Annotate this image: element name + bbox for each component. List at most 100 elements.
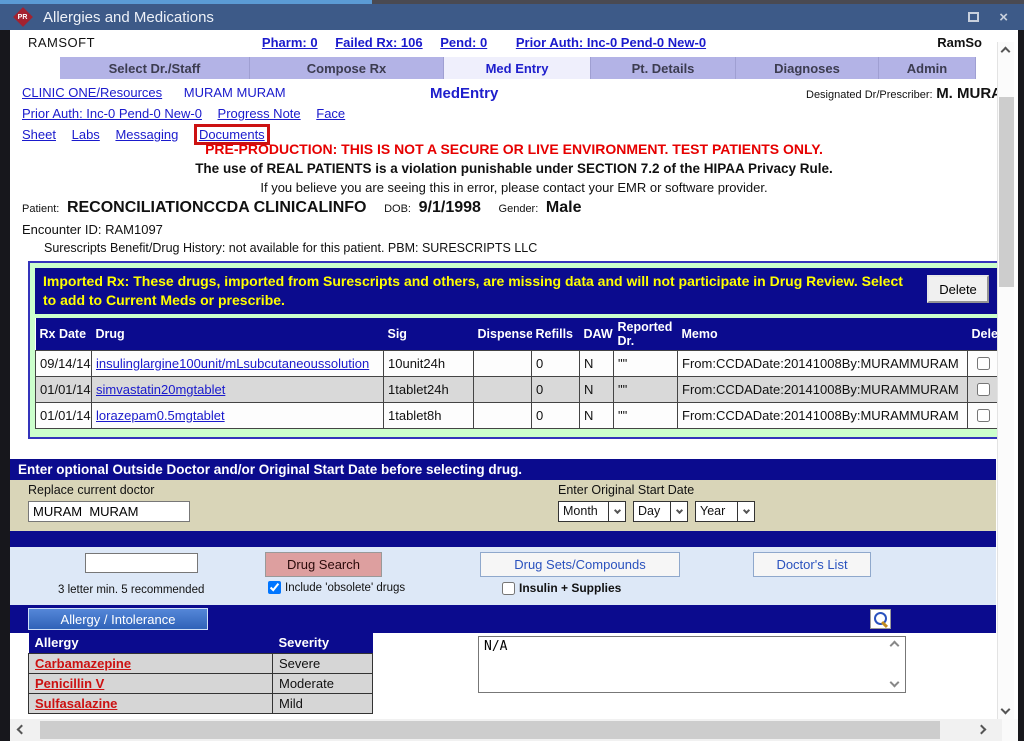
prior-auth-detail-link[interactable]: Prior Auth: Inc-0 Pend-0 New-0 bbox=[22, 106, 202, 121]
dispense bbox=[474, 402, 532, 428]
memo: From:CCDADate:20141008By:MURAMMURAM bbox=[678, 402, 968, 428]
allergy-row: Sulfasalazine Mild bbox=[29, 693, 373, 713]
face-link[interactable]: Face bbox=[316, 106, 345, 121]
insulin-supplies-option: Insulin + Supplies bbox=[502, 581, 621, 595]
sig: 1tablet24h bbox=[384, 376, 474, 402]
tab-compose-rx[interactable]: Compose Rx bbox=[250, 57, 444, 79]
drug-link[interactable]: insulinglargine100unit/mLsubcutaneoussol… bbox=[96, 356, 369, 371]
drug-search-input[interactable] bbox=[85, 553, 198, 573]
allergy-severity: Mild bbox=[273, 693, 373, 713]
clinic-resources-link[interactable]: CLINIC ONE/Resources bbox=[22, 85, 162, 100]
vertical-scrollbar[interactable] bbox=[997, 42, 1014, 719]
start-date-label: Enter Original Start Date bbox=[558, 483, 694, 497]
reported-dr: "" bbox=[614, 350, 678, 376]
reported-dr: "" bbox=[614, 402, 678, 428]
day-select[interactable]: Day bbox=[633, 501, 688, 522]
title-bar: PR Allergies and Medications × bbox=[0, 4, 1024, 30]
include-obsolete-checkbox[interactable] bbox=[268, 581, 281, 594]
scroll-up-icon[interactable] bbox=[889, 641, 899, 651]
drug-link[interactable]: simvastatin20mgtablet bbox=[96, 382, 225, 397]
allergy-link[interactable]: Sulfasalazine bbox=[35, 696, 117, 711]
dispense bbox=[474, 350, 532, 376]
close-icon[interactable]: × bbox=[999, 10, 1008, 25]
dispense bbox=[474, 376, 532, 402]
patient-dob: 9/1/1998 bbox=[419, 199, 481, 216]
search-hint: 3 letter min. 5 recommended bbox=[58, 584, 204, 596]
allergy-notes-textarea[interactable]: N/A bbox=[478, 636, 906, 693]
year-select[interactable]: Year bbox=[695, 501, 755, 522]
sig: 1tablet8h bbox=[384, 402, 474, 428]
tab-pt-details[interactable]: Pt. Details bbox=[591, 57, 736, 79]
progress-note-link[interactable]: Progress Note bbox=[218, 106, 301, 121]
delete-checkbox[interactable] bbox=[977, 357, 990, 370]
rx-table-row: 01/01/14 simvastatin20mgtablet 1tablet24… bbox=[36, 376, 998, 402]
pend-link[interactable]: Pend: 0 bbox=[440, 35, 487, 50]
failed-rx-link[interactable]: Failed Rx: 106 bbox=[335, 35, 422, 50]
allergy-link[interactable]: Penicillin V bbox=[35, 676, 104, 691]
allergy-link[interactable]: Carbamazepine bbox=[35, 656, 131, 671]
rx-table-row: 01/01/14 lorazepam0.5mgtablet 1tablet8h … bbox=[36, 402, 998, 428]
chevron-down-icon bbox=[608, 502, 625, 521]
scroll-left-icon[interactable] bbox=[17, 725, 27, 735]
tab-med-entry[interactable]: Med Entry bbox=[444, 57, 591, 79]
prior-auth-link[interactable]: Prior Auth: Inc-0 Pend-0 New-0 bbox=[516, 35, 706, 50]
daw: N bbox=[580, 402, 614, 428]
imported-rx-banner: Imported Rx: These drugs, imported from … bbox=[35, 268, 997, 314]
doctors-list-button[interactable]: Doctor's List bbox=[753, 552, 871, 577]
preproduction-warning: PRE-PRODUCTION: THIS IS NOT A SECURE OR … bbox=[10, 139, 1018, 198]
refills: 0 bbox=[532, 376, 580, 402]
allergy-severity: Severe bbox=[273, 653, 373, 673]
patient-gender: Male bbox=[546, 199, 582, 216]
scroll-right-icon[interactable] bbox=[977, 725, 987, 735]
status-links: Pharm: 0 Failed Rx: 106 Pend: 0 Prior Au… bbox=[10, 35, 958, 50]
magnifier-icon[interactable] bbox=[870, 609, 891, 629]
delete-button[interactable]: Delete bbox=[927, 275, 989, 303]
rx-table-row: 09/14/14 insulinglargine100unit/mLsubcut… bbox=[36, 350, 998, 376]
allergy-row: Penicillin V Moderate bbox=[29, 673, 373, 693]
delete-checkbox[interactable] bbox=[977, 383, 990, 396]
allergy-intolerance-button[interactable]: Allergy / Intolerance bbox=[28, 608, 208, 630]
pharm-link[interactable]: Pharm: 0 bbox=[262, 35, 318, 50]
patient-name: RECONCILIATIONCCDA CLINICALINFO bbox=[67, 199, 367, 216]
month-select[interactable]: Month bbox=[558, 501, 626, 522]
memo: From:CCDADate:20141008By:MURAMMURAM bbox=[678, 350, 968, 376]
scroll-down-icon[interactable] bbox=[1001, 705, 1011, 715]
drug-link[interactable]: lorazepam0.5mgtablet bbox=[96, 408, 225, 423]
include-obsolete-option: Include 'obsolete' drugs bbox=[268, 581, 405, 594]
brand-ramsoft-right: RamSo bbox=[937, 35, 982, 50]
outside-doctor-header: Enter optional Outside Doctor and/or Ori… bbox=[10, 459, 996, 480]
tab-admin[interactable]: Admin bbox=[879, 57, 976, 79]
warning-line-2: The use of REAL PATIENTS is a violation … bbox=[10, 159, 1018, 179]
replace-doctor-input[interactable] bbox=[28, 501, 190, 522]
memo: From:CCDADate:20141008By:MURAMMURAM bbox=[678, 376, 968, 402]
insulin-supplies-checkbox[interactable] bbox=[502, 582, 515, 595]
delete-checkbox[interactable] bbox=[977, 409, 990, 422]
staff-name: MURAM MURAM bbox=[184, 85, 286, 100]
tab-select-dr-staff[interactable]: Select Dr./Staff bbox=[60, 57, 250, 79]
refills: 0 bbox=[532, 350, 580, 376]
vertical-scroll-thumb[interactable] bbox=[999, 97, 1014, 287]
patient-info-row: Patient: RECONCILIATIONCCDA CLINICALINFO… bbox=[22, 199, 595, 217]
horizontal-scrollbar[interactable] bbox=[10, 719, 1018, 741]
chevron-down-icon bbox=[737, 502, 754, 521]
allergy-severity: Moderate bbox=[273, 673, 373, 693]
allergy-table: Allergy Severity Carbamazepine Severe Pe… bbox=[28, 633, 373, 714]
scroll-down-icon[interactable] bbox=[889, 678, 899, 688]
replace-doctor-label: Replace current doctor bbox=[28, 483, 154, 497]
warning-line-3: If you believe you are seeing this in er… bbox=[10, 179, 1018, 198]
refills: 0 bbox=[532, 402, 580, 428]
app-window: PR Allergies and Medications × RAMSOFT P… bbox=[0, 0, 1024, 741]
client-area: RAMSOFT Pharm: 0 Failed Rx: 106 Pend: 0 … bbox=[10, 30, 1018, 741]
drug-search-button[interactable]: Drug Search bbox=[265, 552, 382, 577]
daw: N bbox=[580, 376, 614, 402]
horizontal-scroll-thumb[interactable] bbox=[40, 721, 940, 739]
tab-diagnoses[interactable]: Diagnoses bbox=[736, 57, 879, 79]
reported-dr: "" bbox=[614, 376, 678, 402]
designated-prescriber: Designated Dr/Prescriber: M. MURAM bbox=[806, 85, 1016, 102]
encounter-id: Encounter ID: RAM1097 bbox=[22, 222, 163, 237]
maximize-icon[interactable] bbox=[968, 12, 979, 22]
window-title: Allergies and Medications bbox=[43, 9, 214, 26]
daw: N bbox=[580, 350, 614, 376]
drug-sets-compounds-button[interactable]: Drug Sets/Compounds bbox=[480, 552, 680, 577]
scroll-up-icon[interactable] bbox=[1001, 47, 1011, 57]
